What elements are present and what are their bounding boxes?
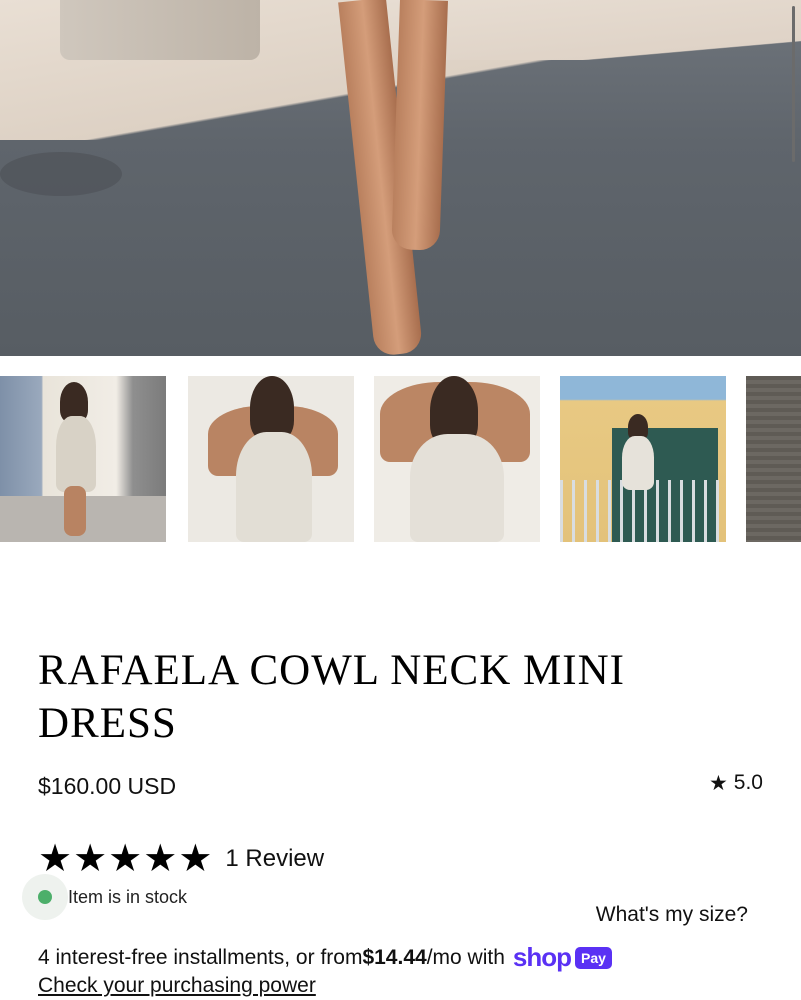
hero-model-leg-right: [391, 0, 448, 251]
purchasing-power-link[interactable]: Check your purchasing power: [38, 974, 316, 998]
thumbnail-model-dress: [236, 432, 312, 542]
thumbnail-model-hair: [250, 376, 294, 440]
thumbnail-1[interactable]: [0, 376, 166, 542]
star-icon: ★: [708, 771, 728, 795]
image-scrollbar[interactable]: [792, 6, 795, 162]
shop-pay-wordmark: shop: [512, 942, 572, 972]
thumbnail-5[interactable]: [746, 376, 801, 542]
thumbnail-model-dress: [410, 434, 504, 542]
thumbnail-3[interactable]: [374, 376, 540, 542]
product-main-image[interactable]: [0, 0, 801, 356]
average-rating[interactable]: ★ 5.0: [709, 771, 763, 795]
thumbnail-2[interactable]: [188, 376, 354, 542]
thumbnail-model-dress: [56, 416, 96, 492]
installments-info: 4 interest-free installments, or from $1…: [38, 942, 612, 973]
installments-prefix: 4 interest-free installments, or from: [38, 945, 363, 969]
thumbnail-model-legs: [64, 486, 86, 536]
stock-status: Item is in stock: [22, 874, 187, 920]
thumbnail-4[interactable]: [560, 376, 726, 542]
installments-suffix: /mo with: [426, 945, 505, 969]
stock-dot: [38, 890, 52, 904]
installments-amount: $14.44: [362, 945, 427, 969]
thumbnail-strip[interactable]: [0, 376, 801, 542]
thumbnail-background: [746, 376, 801, 542]
product-title: RAFAELA COWL NECK MINI DRESS: [38, 647, 625, 747]
size-guide-link[interactable]: What's my size?: [596, 903, 748, 927]
shop-pay-logo: shop Pay: [513, 942, 612, 973]
in-stock-dot-icon: [22, 874, 68, 920]
stock-status-text: Item is in stock: [68, 886, 188, 907]
average-rating-value: 5.0: [733, 771, 763, 794]
hero-drain-cover: [0, 152, 122, 196]
shop-pay-badge: Pay: [574, 946, 612, 969]
review-count: 1 Review: [225, 844, 325, 872]
hero-stone-wall: [60, 0, 260, 60]
product-price: $160.00 USD: [38, 773, 177, 799]
thumbnail-model-dress: [622, 436, 654, 490]
